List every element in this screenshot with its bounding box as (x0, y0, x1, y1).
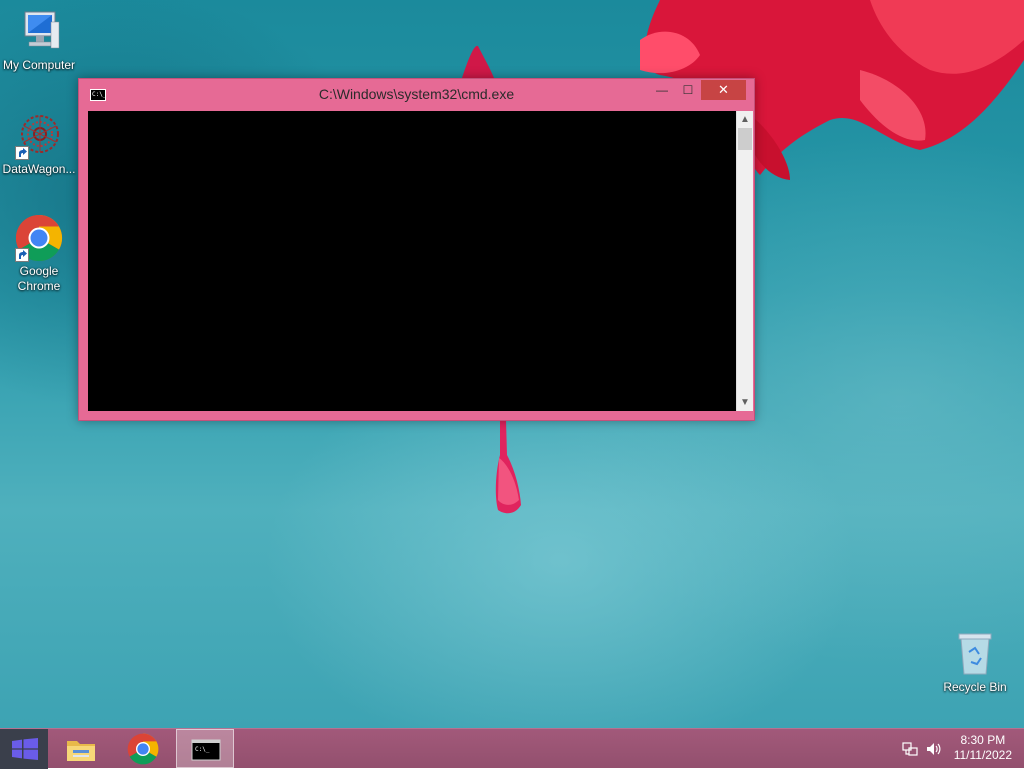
taskbar-google-chrome[interactable] (114, 729, 172, 768)
desktop-icon-label: DataWagon... (2, 162, 76, 176)
svg-text:C:\_: C:\_ (195, 746, 210, 753)
clock-time: 8:30 PM (960, 733, 1006, 747)
desktop-icon-datawagon[interactable]: DataWagon... (1, 112, 77, 177)
maximize-button[interactable]: ☐ (675, 80, 701, 100)
system-tray: 8:30 PM 11/11/2022 (884, 729, 1024, 769)
desktop-icon-label: Recycle Bin (943, 680, 1007, 694)
shortcut-arrow-icon (15, 248, 29, 262)
taskbar-file-explorer[interactable] (52, 729, 110, 768)
desktop-icon-my-computer[interactable]: My Computer (1, 8, 77, 73)
cmd-icon: C:\_ (191, 739, 221, 761)
chrome-icon (127, 733, 159, 765)
desktop: My Computer DataWagon... Google Chrome R… (0, 0, 1024, 728)
desktop-icon-google-chrome[interactable]: Google Chrome (1, 214, 77, 294)
network-icon[interactable] (902, 741, 918, 757)
window-titlebar[interactable]: C:\_ C:\Windows\system32\cmd.exe — ☐ ✕ (79, 79, 754, 111)
folder-icon (67, 741, 95, 761)
start-button[interactable] (0, 729, 48, 769)
taskbar: C:\_ 8:30 PM 11/11/2022 (0, 728, 1024, 769)
desktop-icon-label: Google Chrome (17, 264, 61, 293)
taskbar-command-prompt[interactable]: C:\_ (176, 729, 234, 768)
datawagon-icon (15, 112, 63, 160)
windows-logo-icon (12, 738, 38, 760)
scrollbar-thumb[interactable] (738, 128, 752, 150)
volume-icon[interactable] (925, 741, 941, 757)
cmd-window[interactable]: C:\_ C:\Windows\system32\cmd.exe — ☐ ✕ ▲… (78, 78, 755, 421)
chrome-icon (15, 214, 63, 262)
scroll-down-button[interactable]: ▼ (737, 394, 753, 411)
console-output-area[interactable]: ▲ ▼ (88, 111, 753, 411)
minimize-button[interactable]: — (649, 80, 675, 100)
desktop-icon-label: My Computer (2, 58, 76, 72)
recycle-bin-icon (951, 630, 999, 678)
shortcut-arrow-icon (15, 146, 29, 160)
desktop-icon-recycle-bin[interactable]: Recycle Bin (937, 630, 1013, 695)
computer-icon (15, 8, 63, 56)
clock-date: 11/11/2022 (953, 748, 1012, 762)
scroll-up-button[interactable]: ▲ (737, 111, 753, 128)
vertical-scrollbar[interactable]: ▲ ▼ (736, 111, 753, 411)
clock[interactable]: 8:30 PM 11/11/2022 (954, 733, 1012, 763)
close-button[interactable]: ✕ (701, 80, 746, 100)
